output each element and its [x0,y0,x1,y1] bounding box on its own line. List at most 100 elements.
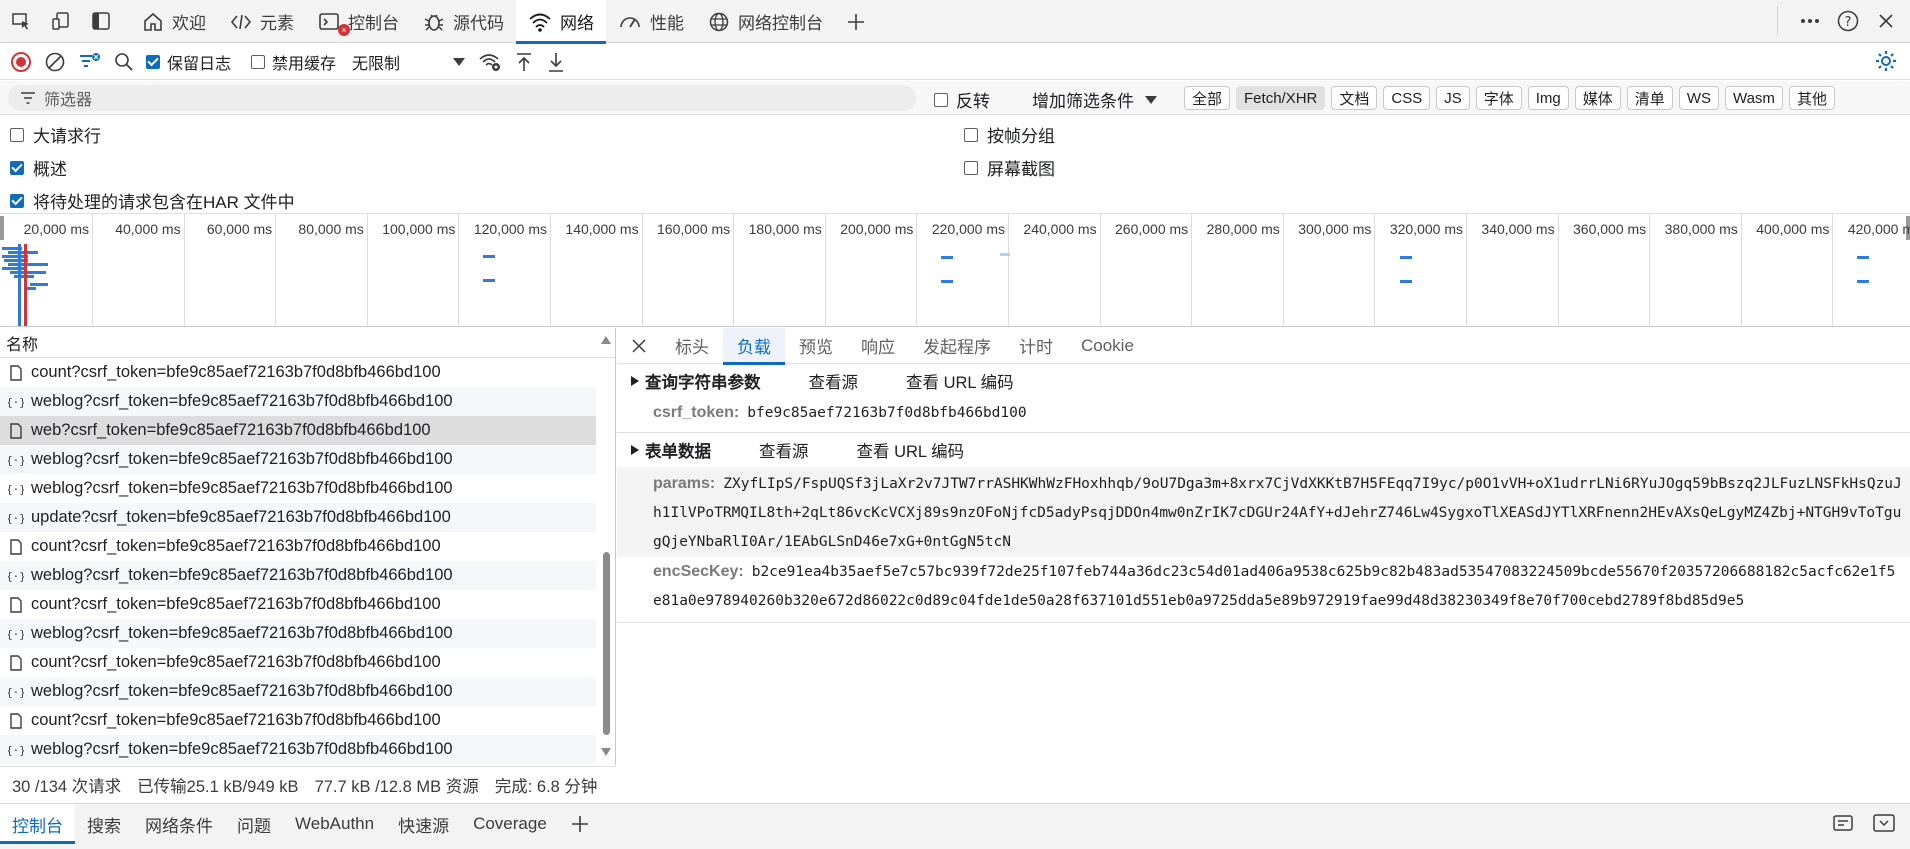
type-filter-button[interactable]: JS [1436,86,1470,110]
request-row[interactable]: count?csrf_token=bfe9c85aef72163b7f0d8bf… [0,532,596,561]
dock-drawer-icon[interactable] [1832,812,1856,834]
har-pending-option[interactable]: 将待处理的请求包含在HAR 文件中 [10,188,295,213]
request-row[interactable]: {·} weblog?csrf_token=bfe9c85aef72163b7f0… [0,445,596,474]
filter-input[interactable]: 筛选器 [8,85,916,111]
form-view-source-link[interactable]: 查看源 [759,438,809,462]
add-filter-dropdown[interactable]: 增加筛选条件 [1032,87,1158,112]
expand-triangle-icon[interactable] [631,376,639,386]
type-filter-button[interactable]: 全部 [1184,86,1231,110]
request-row[interactable]: {·} weblog?csrf_token=bfe9c85aef72163b7f0… [0,677,596,706]
query-string-title[interactable]: 查询字符串参数 [645,369,761,393]
disable-cache-check[interactable] [251,55,266,69]
inspect-element-icon[interactable] [8,8,34,34]
type-filter-button[interactable]: 其他 [1788,86,1835,110]
drawer-tab[interactable]: 控制台 [0,804,75,844]
type-filter-button[interactable]: Img [1527,86,1569,110]
big-rows-option[interactable]: 大请求行 [10,122,101,147]
network-overview-timeline[interactable]: 20,000 ms 40,000 ms 60,000 ms 80,000 ms 100,… [0,213,1910,327]
tab-globe[interactable]: 网络控制台 [696,0,835,43]
request-list-scroll-thumb[interactable] [603,552,610,735]
export-har-icon[interactable] [546,51,566,73]
network-settings-gear-icon[interactable] [1874,49,1898,73]
screenshots-check[interactable] [964,160,978,175]
tab-code[interactable]: 元素 [218,0,306,43]
request-row[interactable]: {·} weblog?csrf_token=bfe9c85aef72163b7f0… [0,561,596,590]
request-row[interactable]: count?csrf_token=bfe9c85aef72163b7f0d8bf… [0,648,596,677]
request-row[interactable]: {·} weblog?csrf_token=bfe9c85aef72163b7f0… [0,474,596,503]
scroll-down-icon[interactable] [601,748,611,756]
screenshots-option[interactable]: 屏幕截图 [964,155,1055,180]
tab-console[interactable]: × 控制台 [306,0,411,43]
name-column-header[interactable]: 名称 [0,328,615,358]
drawer-tab[interactable]: 网络条件 [133,804,225,844]
import-har-icon[interactable] [514,51,534,73]
drawer-tab[interactable]: WebAuthn [283,804,386,844]
details-tab[interactable]: Cookie [1067,328,1148,364]
add-tab-icon[interactable] [835,0,877,43]
overview-check[interactable] [10,160,24,175]
device-emulation-icon[interactable] [48,8,74,34]
details-tab[interactable]: 响应 [847,328,909,364]
type-filter-button[interactable]: 媒体 [1574,86,1621,110]
clear-icon[interactable] [44,51,66,73]
type-filter-button[interactable]: 文档 [1331,86,1378,110]
close-drawer-icon[interactable] [1872,812,1896,834]
tab-bug[interactable]: 源代码 [411,0,516,43]
details-tab[interactable]: 发起程序 [909,328,1005,364]
type-filter-button[interactable]: Fetch/XHR [1236,86,1326,110]
drawer-tab[interactable]: 搜索 [75,804,133,844]
add-drawer-tab-icon[interactable] [559,804,601,844]
request-count: 30 /134 次请求 [12,777,122,796]
tab-gauge[interactable]: 性能 [606,0,696,43]
dock-side-icon[interactable] [88,8,114,34]
details-tab[interactable]: 预览 [785,328,847,364]
request-row[interactable]: {·} update?csrf_token=bfe9c85aef72163b7f0… [0,503,596,532]
type-filter-button[interactable]: 字体 [1475,86,1522,110]
encseckey-value: b2ce91ea4b35aef5e7c57bc939f72de25f107feb… [653,564,1896,609]
query-view-source-link[interactable]: 查看源 [809,369,859,393]
form-data-title[interactable]: 表单数据 [645,438,711,462]
search-icon[interactable] [114,52,134,72]
disable-cache-checkbox[interactable]: 禁用缓存 [251,50,336,74]
request-row[interactable]: count?csrf_token=bfe9c85aef72163b7f0d8bf… [0,590,596,619]
filter-settings-icon[interactable] [78,51,102,73]
request-row[interactable]: count?csrf_token=bfe9c85aef72163b7f0d8bf… [0,358,596,387]
details-tab[interactable]: 计时 [1005,328,1067,364]
request-row[interactable]: {·} weblog?csrf_token=bfe9c85aef72163b7f0… [0,387,596,416]
request-row[interactable]: web?csrf_token=bfe9c85aef72163b7f0d8bfb4… [0,416,596,445]
details-tab[interactable]: 负载 [723,327,785,365]
group-by-frame-check[interactable] [964,127,978,142]
drawer-tab[interactable]: 问题 [225,804,283,844]
close-details-icon[interactable] [617,338,661,354]
details-tab[interactable]: 标头 [661,328,723,364]
invert-checkbox[interactable]: 反转 [934,87,990,112]
har-pending-check[interactable] [10,193,24,208]
invert-check[interactable] [934,92,948,107]
group-by-frame-option[interactable]: 按帧分组 [964,122,1055,147]
drawer-tab[interactable]: Coverage [461,804,559,844]
query-view-url-encoded-link[interactable]: 查看 URL 编码 [906,369,1014,393]
tab-wifi[interactable]: 网络 [516,0,606,44]
preserve-log-checkbox[interactable]: 保留日志 [146,50,231,74]
request-row[interactable]: count?csrf_token=bfe9c85aef72163b7f0d8bf… [0,706,596,735]
type-filter-button[interactable]: 清单 [1626,86,1673,110]
drawer-tab[interactable]: 快速源 [386,804,461,844]
request-row[interactable]: {·} weblog?csrf_token=bfe9c85aef72163b7f0… [0,735,596,764]
overview-option[interactable]: 概述 [10,155,67,180]
request-row[interactable]: {·} weblog?csrf_token=bfe9c85aef72163b7f0… [0,619,596,648]
type-filter-button[interactable]: Wasm [1724,86,1783,110]
scroll-up-icon[interactable] [601,336,611,344]
record-icon[interactable] [10,51,32,73]
more-tools-icon[interactable] [1796,7,1824,35]
type-filter-button[interactable]: WS [1678,86,1719,110]
throttle-select[interactable]: 无限制 [352,50,466,74]
form-view-url-encoded-link[interactable]: 查看 URL 编码 [857,438,965,462]
tab-home[interactable]: 欢迎 [130,0,218,43]
help-icon[interactable]: ? [1834,7,1862,35]
close-devtools-icon[interactable] [1872,7,1900,35]
big-rows-check[interactable] [10,127,24,142]
expand-triangle-icon[interactable] [631,445,639,455]
type-filter-button[interactable]: CSS [1383,86,1431,110]
preserve-log-check[interactable] [146,55,160,69]
network-conditions-icon[interactable] [478,51,502,73]
